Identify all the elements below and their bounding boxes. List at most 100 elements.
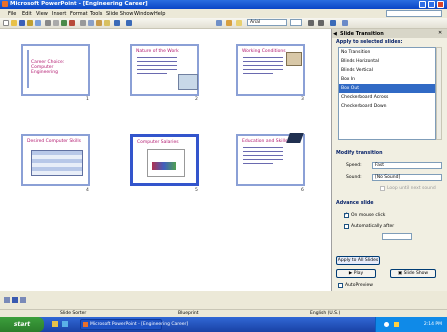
- slideshow-view-icon[interactable]: [20, 297, 26, 303]
- menu-file[interactable]: File: [8, 11, 16, 17]
- toolbar: Arial: [0, 18, 447, 29]
- clipart-image: [178, 74, 198, 90]
- menu-view[interactable]: View: [36, 11, 48, 17]
- slide-show-button[interactable]: ▣ Slide Show: [390, 269, 436, 278]
- status-language: English (U.S.): [310, 311, 341, 316]
- speed-label: Speed:: [346, 163, 362, 168]
- list-item-selected[interactable]: Box Out: [339, 84, 435, 93]
- menu-insert[interactable]: Insert: [52, 11, 66, 17]
- slide-thumbnail-2[interactable]: Nature of the Work: [130, 44, 199, 96]
- slide-design-icon[interactable]: [226, 20, 232, 26]
- minimize-button[interactable]: [419, 1, 426, 8]
- preview-icon[interactable]: [53, 20, 59, 26]
- slide-thumbnail-5[interactable]: Computer Salaries: [130, 134, 199, 186]
- task-pane-title: Slide Transition: [340, 31, 384, 37]
- save-icon[interactable]: [19, 20, 25, 26]
- loop-label: Loop until next sound: [387, 186, 436, 191]
- slide-transition-icon[interactable]: [216, 20, 222, 26]
- slide-number: 1: [86, 97, 89, 102]
- taskbar: start Microsoft PowerPoint - [Engineerin…: [0, 317, 447, 332]
- modify-label: Modify transition: [336, 151, 383, 156]
- normal-view-icon[interactable]: [4, 297, 10, 303]
- new-slide-icon[interactable]: [236, 20, 242, 26]
- slide-thumbnail-6[interactable]: Education and Skills: [236, 133, 305, 186]
- play-button[interactable]: ▶ Play: [336, 269, 376, 278]
- sound-select[interactable]: [No Sound]: [372, 174, 442, 181]
- cut-icon[interactable]: [80, 20, 86, 26]
- menu-bar: File Edit View Insert Format Tools Slide…: [0, 9, 447, 18]
- close-button[interactable]: [437, 1, 444, 8]
- slide-title: Career Choice: Computer Engineering: [31, 60, 65, 75]
- menu-edit[interactable]: Edit: [22, 11, 32, 17]
- status-view: Slide Sorter: [60, 311, 87, 316]
- transition-scrollbar[interactable]: [436, 47, 442, 140]
- transition-list[interactable]: No Transition Blinds Horizontal Blinds V…: [338, 47, 436, 140]
- system-tray: 2:14 PM: [375, 317, 447, 332]
- help-icon[interactable]: [342, 20, 348, 26]
- bold-icon[interactable]: [308, 20, 314, 26]
- list-item[interactable]: Box In: [339, 75, 435, 84]
- permission-icon[interactable]: [27, 20, 33, 26]
- back-arrow-icon[interactable]: ◀: [333, 31, 337, 37]
- loop-checkbox[interactable]: [380, 186, 385, 191]
- slide-sorter-view-icon[interactable]: [12, 297, 18, 303]
- spelling-icon[interactable]: [61, 20, 67, 26]
- auto-label: Automatically after: [351, 224, 395, 229]
- redo-icon[interactable]: [126, 20, 132, 26]
- menu-window[interactable]: Window: [134, 11, 154, 17]
- email-icon[interactable]: [35, 20, 41, 26]
- menu-help[interactable]: Help: [154, 11, 165, 17]
- menu-format[interactable]: Format: [70, 11, 88, 17]
- speed-select[interactable]: Fast: [372, 162, 442, 169]
- new-icon[interactable]: [3, 20, 9, 26]
- powerpoint-icon: [83, 322, 88, 327]
- tray-icon[interactable]: [384, 322, 389, 327]
- list-item[interactable]: Checkerboard Across: [339, 93, 435, 102]
- quick-launch-icon[interactable]: [52, 321, 58, 327]
- graduation-cap-icon: [286, 133, 304, 143]
- quick-launch-icon[interactable]: [62, 321, 68, 327]
- autopreview-checkbox[interactable]: [338, 283, 343, 288]
- menu-tools[interactable]: Tools: [90, 11, 102, 17]
- slide-thumbnail-1[interactable]: Career Choice: Computer Engineering: [21, 44, 90, 96]
- format-painter-icon[interactable]: [104, 20, 110, 26]
- slide-body: [243, 57, 283, 77]
- slide-number: 4: [86, 188, 89, 193]
- list-item[interactable]: Checkerboard Down: [339, 102, 435, 111]
- clipart-image: [286, 52, 302, 66]
- apply-all-button[interactable]: Apply to All Slides: [336, 256, 380, 265]
- slide-body: [243, 147, 283, 167]
- powerpoint-icon: [2, 1, 8, 7]
- list-item[interactable]: Blinds Horizontal: [339, 57, 435, 66]
- window-title: Microsoft PowerPoint - [Engineering Care…: [10, 1, 148, 7]
- research-icon[interactable]: [69, 20, 75, 26]
- copy-icon[interactable]: [88, 20, 94, 26]
- slide-thumbnail-3[interactable]: Working Conditions: [236, 44, 305, 96]
- task-pane: ◀ Slide Transition ✕ Apply to selected s…: [332, 29, 447, 291]
- font-size-select[interactable]: [290, 19, 302, 26]
- paste-icon[interactable]: [96, 20, 102, 26]
- list-item[interactable]: No Transition: [339, 48, 435, 57]
- tray-icon[interactable]: [394, 322, 399, 327]
- undo-icon[interactable]: [114, 20, 120, 26]
- auto-checkbox[interactable]: [344, 224, 349, 229]
- italic-icon[interactable]: [318, 20, 324, 26]
- maximize-button[interactable]: [428, 1, 435, 8]
- slide-thumbnail-4[interactable]: Desired Computer Skills: [21, 134, 90, 186]
- menu-slide-show[interactable]: Slide Show: [106, 11, 133, 17]
- slide-number: 5: [195, 188, 198, 193]
- close-icon[interactable]: ✕: [438, 30, 442, 36]
- help-search-input[interactable]: [386, 10, 442, 17]
- autopreview-label: AutoPreview: [345, 283, 373, 288]
- slide-accent-bar: [27, 50, 29, 88]
- slide-title: Desired Computer Skills: [27, 139, 81, 144]
- open-icon[interactable]: [11, 20, 17, 26]
- slide-table: [31, 150, 83, 176]
- taskbar-item-powerpoint[interactable]: Microsoft PowerPoint - [Engineering Care…: [80, 319, 188, 330]
- zoom-icon[interactable]: [330, 20, 336, 26]
- print-icon[interactable]: [45, 20, 51, 26]
- start-button[interactable]: start: [0, 317, 44, 332]
- auto-time-input[interactable]: [382, 233, 412, 240]
- font-select[interactable]: Arial: [247, 19, 287, 26]
- list-item[interactable]: Blinds Vertical: [339, 66, 435, 75]
